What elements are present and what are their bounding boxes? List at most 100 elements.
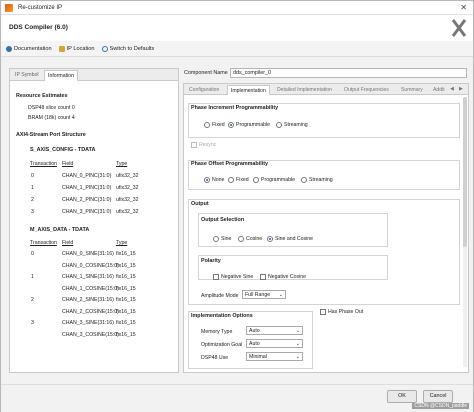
data-header-field: Field (62, 240, 74, 246)
tab-summary[interactable]: Summary (398, 85, 426, 95)
watermark: CSDN @CSDN_paddle (412, 403, 469, 409)
config-row-2-transaction: 2 (31, 197, 34, 203)
dialog-window: Re-customize IP ✕ DDS Compiler (6.0) Doc… (0, 0, 474, 412)
documentation-button[interactable]: Documentation (6, 45, 52, 52)
negative-sine-checkbox[interactable]: Negative Sine (213, 274, 253, 280)
data-row-1-field: CHAN_0_COSINE(15:0) (62, 263, 119, 269)
negative-cosine-checkbox[interactable]: Negative Cosine (260, 274, 306, 280)
ip-location-button[interactable]: IP Location (58, 45, 95, 52)
phase-off-fixed-label: Fixed (236, 177, 249, 183)
phase-inc-streaming-label: Streaming (284, 122, 308, 128)
phase-off-streaming-radio[interactable]: Streaming (301, 177, 333, 183)
tab-output-frequencies[interactable]: Output Frequencies (341, 85, 392, 95)
component-name-label: Component Name (184, 70, 228, 76)
polarity-heading: Polarity (201, 258, 221, 264)
config-pane: Component Name dds_compiler_0 Configurat… (183, 68, 469, 373)
config-row-2-field: CHAN_2_PINC(31:0) (62, 197, 112, 203)
ok-button[interactable]: OK (387, 390, 417, 403)
button-bar: OK Cancel CSDN @CSDN_paddle (1, 384, 473, 412)
data-header-type: Type (116, 240, 128, 246)
optimization-goal-select[interactable]: Auto ⌄ (246, 339, 303, 348)
tab-scroll-right-icon[interactable]: ▶ (459, 86, 463, 92)
config-row-3-transaction: 3 (31, 209, 34, 215)
data-row-4-field: CHAN_2_SINE(31:16) (62, 297, 114, 303)
data-row-5-field: CHAN_2_COSINE(15:0) (62, 309, 119, 315)
output-cosine-radio-circle (238, 236, 244, 242)
data-row-5-type: fix16_15 (116, 309, 136, 315)
tab-information[interactable]: Information (44, 70, 78, 81)
config-row-3-field: CHAN_3_PINC(31:0) (62, 209, 112, 215)
output-sine-cosine-radio-circle (267, 236, 273, 242)
amplitude-mode-value: Full Range (245, 292, 271, 298)
output-sine-cosine-label: Sine and Cosine (275, 236, 314, 242)
phase-inc-fixed-radio[interactable]: Fixed (204, 122, 225, 128)
output-sine-radio[interactable]: Sine (213, 236, 231, 242)
scrollbar[interactable] (463, 97, 467, 367)
data-row-6-field: CHAN_3_SINE(31:16) (62, 320, 114, 326)
folder-icon (58, 45, 65, 52)
data-row-3-field: CHAN_1_COSINE(15:0) (62, 286, 119, 292)
phase-off-none-radio-circle (204, 177, 210, 183)
tab-additional[interactable]: Addit (430, 85, 448, 95)
xilinx-logo-icon (451, 19, 467, 37)
amplitude-mode-label: Amplitude Mode (201, 293, 239, 299)
scrollbar-thumb[interactable] (463, 97, 467, 247)
book-icon (6, 45, 12, 52)
data-row-3-type: fix16_15 (116, 286, 136, 292)
cancel-button[interactable]: Cancel (423, 390, 453, 403)
config-header-field: Field (62, 161, 74, 167)
dsp48-use-value: Minimal (249, 354, 267, 360)
phase-off-none-radio[interactable]: None (204, 177, 224, 183)
data-tdata-heading: M_AXIS_DATA - TDATA (30, 227, 90, 233)
implementation-options-heading: Implementation Options (191, 313, 253, 319)
phase-off-none-label: None (212, 177, 225, 183)
close-icon[interactable]: ✕ (460, 3, 467, 12)
resync-checkbox-box (191, 142, 197, 148)
amplitude-mode-select[interactable]: Full Range ⌄ (242, 290, 286, 299)
data-row-6-transaction: 3 (31, 320, 34, 326)
phase-inc-streaming-radio[interactable]: Streaming (276, 122, 308, 128)
window-title: Re-customize IP (18, 4, 63, 11)
has-phase-out-checkbox-box (320, 309, 326, 315)
optimization-goal-label: Optimization Goal (201, 342, 243, 348)
phase-off-programmable-radio[interactable]: Programmable (253, 177, 295, 183)
memory-type-label: Memory Type (201, 329, 233, 335)
tab-detailed-implementation[interactable]: Detailed Implementation (274, 85, 335, 95)
output-cosine-radio[interactable]: Cosine (238, 236, 262, 242)
component-name-input[interactable]: dds_compiler_0 (230, 68, 467, 78)
output-selection-heading: Output Selection (201, 217, 245, 223)
header: DDS Compiler (6.0) (1, 15, 473, 41)
config-tdata-heading: S_AXIS_CONFIG - TDATA (30, 147, 96, 153)
memory-type-select[interactable]: Auto ⌄ (246, 326, 303, 335)
config-row-2-type: ufix32_32 (116, 197, 139, 203)
dsp48-use-select[interactable]: Minimal ⌄ (246, 352, 303, 361)
tab-ip-symbol[interactable]: IP Symbol (12, 70, 42, 81)
chevron-down-icon: ⌄ (295, 354, 300, 360)
phase-off-fixed-radio[interactable]: Fixed (228, 177, 249, 183)
has-phase-out-checkbox[interactable]: Has Phase Out (320, 309, 363, 315)
phase-inc-streaming-radio-circle (276, 122, 282, 128)
output-sine-cosine-radio[interactable]: Sine and Cosine (267, 236, 313, 242)
output-sine-label: Sine (221, 236, 232, 242)
negative-cosine-checkbox-box (260, 274, 266, 280)
optimization-goal-value: Auto (249, 341, 260, 347)
negative-cosine-label: Negative Cosine (268, 274, 307, 280)
page-title: DDS Compiler (6.0) (9, 24, 68, 31)
resync-checkbox[interactable]: Resync (191, 142, 216, 148)
tab-configuration[interactable]: Configuration (186, 85, 222, 95)
implementation-content: Phase Increment Programmability Fixed Pr… (183, 95, 469, 373)
data-row-0-transaction: 0 (31, 251, 34, 257)
phase-off-streaming-label: Streaming (309, 177, 333, 183)
negative-sine-checkbox-box (213, 274, 219, 280)
data-row-0-type: fix16_15 (116, 251, 136, 257)
chevron-down-icon: ⌄ (278, 292, 283, 298)
tab-implementation[interactable]: Implementation (227, 85, 270, 95)
information-content: Resource Estimates DSP48 slice count 0 B… (10, 82, 178, 372)
data-row-1-type: fix16_15 (116, 263, 136, 269)
config-header-transaction: Transaction (30, 161, 57, 167)
phase-offset-heading: Phase Offset Programmability (191, 161, 268, 167)
data-row-7-type: fix16_15 (116, 332, 136, 338)
switch-defaults-button[interactable]: Switch to Defaults (101, 45, 154, 52)
tab-scroll-left-icon[interactable]: ◀ (450, 86, 454, 92)
phase-inc-programmable-radio[interactable]: Programmable (228, 122, 270, 128)
